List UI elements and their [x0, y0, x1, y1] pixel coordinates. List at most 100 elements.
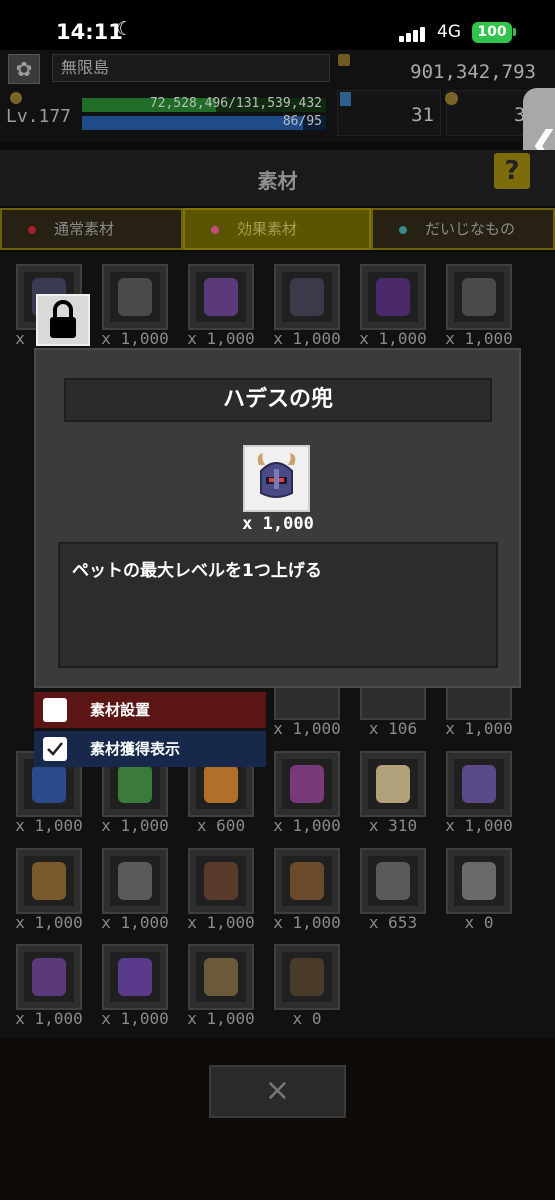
material-count: x 0 [292, 1009, 322, 1028]
material-count: x 1,000 [273, 913, 341, 932]
modal-item-count: x 1,000 [242, 514, 314, 534]
material-slot[interactable] [360, 848, 426, 914]
material-icon [118, 278, 152, 316]
xp-text: 72,528,496/131,539,432 [149, 96, 322, 111]
material-slot[interactable] [188, 848, 254, 914]
material-count: x 1,000 [445, 719, 513, 738]
material-icon [290, 765, 324, 803]
gold-amount: 901,342,793 [410, 61, 536, 83]
tab-effect-materials[interactable]: 効果素材 [183, 208, 371, 250]
material-slot[interactable] [446, 751, 512, 817]
material-count: x 0 [464, 913, 494, 932]
material-slot[interactable] [102, 944, 168, 1010]
material-count: x 1,000 [15, 1009, 83, 1028]
stamina-text: 86/95 [282, 114, 322, 129]
gold-bag-icon [338, 54, 350, 66]
material-count: x 1,000 [101, 913, 169, 932]
tab-normal-materials[interactable]: 通常素材 [0, 208, 183, 250]
material-slot[interactable] [102, 848, 168, 914]
lock-button[interactable] [36, 294, 90, 346]
status-time: 14:11 [56, 20, 123, 44]
acquire-checkbox[interactable] [43, 737, 67, 761]
material-slot[interactable] [446, 264, 512, 330]
material-icon [32, 765, 66, 803]
tab-label: だいじなもの [425, 220, 516, 238]
material-slot[interactable] [188, 944, 254, 1010]
modal-title: ハデスの兜 [64, 378, 492, 422]
material-slot[interactable] [360, 751, 426, 817]
material-slot[interactable] [188, 264, 254, 330]
battery-icon: 100 [472, 22, 512, 43]
status-bar: 14:11 ☾ 4G 100 [0, 0, 555, 50]
ticket-icon [445, 92, 458, 105]
material-count: x 1,000 [101, 816, 169, 835]
network-label: 4G [437, 22, 461, 42]
material-count: x 1,000 [101, 1009, 169, 1028]
material-slot[interactable] [16, 944, 82, 1010]
placement-checkbox[interactable] [43, 698, 67, 722]
material-slot[interactable] [274, 264, 340, 330]
placement-label: 素材設置 [90, 701, 151, 719]
material-icon [118, 862, 152, 900]
toggle-material-placement[interactable]: 素材設置 [34, 692, 266, 728]
material-icon [290, 862, 324, 900]
material-count: x 1,000 [445, 329, 513, 348]
material-icon [290, 958, 324, 996]
material-icon [204, 278, 238, 316]
material-icon [462, 765, 496, 803]
material-slot[interactable] [102, 264, 168, 330]
checkmark-icon [47, 742, 63, 756]
material-count: x 1,000 [273, 719, 341, 738]
material-count: x 1,000 [101, 329, 169, 348]
material-count: x 1,000 [187, 329, 255, 348]
tab-label: 通常素材 [54, 220, 115, 238]
material-icon [204, 958, 238, 996]
bottom-bar [0, 1038, 555, 1200]
acquire-label: 素材獲得表示 [90, 740, 181, 758]
material-slot[interactable] [274, 751, 340, 817]
material-count: x 1,000 [187, 913, 255, 932]
player-level: Lv.177 [6, 106, 72, 127]
item-description: ペットの最大レベルを1つ上げる [72, 561, 322, 581]
material-slot[interactable] [274, 944, 340, 1010]
gems-count: 31 [411, 104, 434, 126]
material-icon [376, 862, 410, 900]
material-count: x 1,000 [273, 816, 341, 835]
material-count: x 1,000 [273, 329, 341, 348]
material-icon [376, 765, 410, 803]
material-icon [204, 765, 238, 803]
panel-title: 素材 [257, 169, 298, 193]
coin-icon [10, 92, 22, 104]
material-count: x 1,000 [359, 329, 427, 348]
material-icon [462, 278, 496, 316]
material-icon [462, 862, 496, 900]
material-count: x 600 [196, 816, 246, 835]
material-count: x 310 [368, 816, 418, 835]
tab-key-items[interactable]: だいじなもの [371, 208, 555, 250]
material-count: x 1,000 [445, 816, 513, 835]
material-slot[interactable] [274, 848, 340, 914]
tab-label: 効果素材 [237, 220, 298, 238]
material-slot[interactable] [360, 264, 426, 330]
moon-icon: ☾ [116, 18, 134, 40]
island-name: 無限島 [52, 54, 330, 82]
material-count: x 1,000 [15, 913, 83, 932]
category-tabs: 通常素材 効果素材 だいじなもの [0, 208, 555, 250]
box-icon [399, 225, 407, 234]
material-slot[interactable] [16, 848, 82, 914]
material-slot[interactable] [446, 848, 512, 914]
material-icon [32, 958, 66, 996]
red-gem-icon [28, 225, 36, 234]
battery-tip [513, 28, 516, 36]
potion-bowl-icon [211, 225, 219, 234]
settings-gear-icon[interactable]: ✿ [8, 54, 40, 84]
material-count: x 653 [368, 913, 418, 932]
help-button[interactable]: ? [494, 153, 530, 189]
toggle-acquire-display[interactable]: 素材獲得表示 [34, 731, 266, 767]
material-count: x 106 [368, 719, 418, 738]
close-button[interactable]: × [209, 1065, 346, 1118]
material-icon [204, 862, 238, 900]
material-count: x 1,000 [15, 816, 83, 835]
material-count: x 1,000 [187, 1009, 255, 1028]
signal-icon [399, 24, 429, 42]
